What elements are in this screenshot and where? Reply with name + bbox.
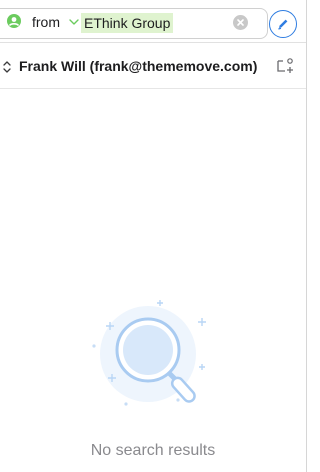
chevron-down-icon[interactable] bbox=[68, 17, 80, 27]
panel-border bbox=[306, 0, 312, 472]
magnifier-icon bbox=[92, 300, 206, 406]
compose-button[interactable] bbox=[269, 10, 297, 38]
add-folder-icon[interactable] bbox=[276, 56, 296, 76]
search-input[interactable]: EThink Group bbox=[81, 13, 174, 33]
person-icon bbox=[7, 14, 21, 28]
account-divider bbox=[0, 88, 306, 89]
empty-state-message: No search results bbox=[90, 442, 216, 459]
updown-icon[interactable] bbox=[2, 60, 12, 74]
search-token-label[interactable]: from bbox=[32, 14, 60, 31]
compose-icon bbox=[278, 19, 288, 30]
account-label[interactable]: Frank Will (frank@thememove.com) bbox=[19, 58, 257, 75]
clear-icon[interactable] bbox=[233, 15, 248, 30]
